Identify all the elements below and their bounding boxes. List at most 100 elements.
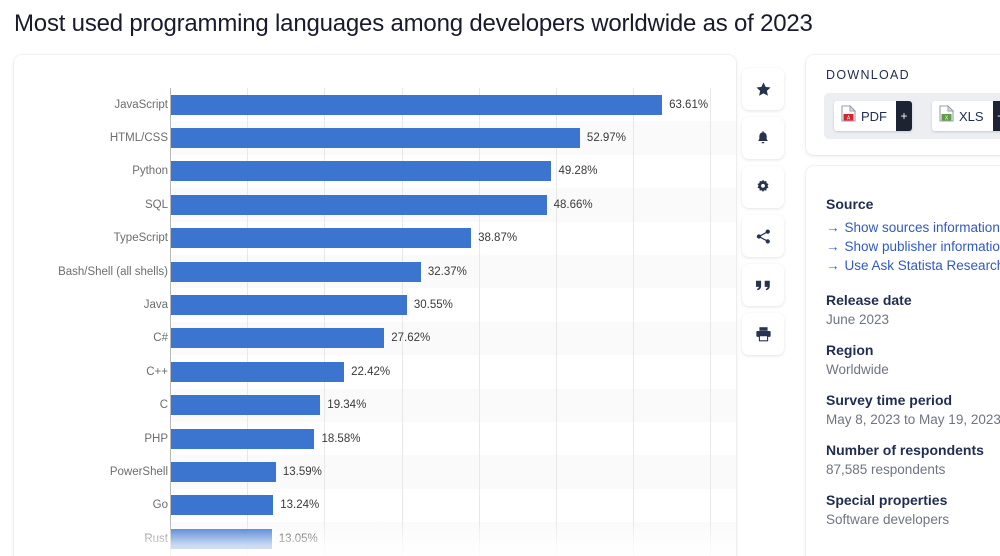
download-button-tray: A PDF + X XLS (824, 93, 1000, 139)
source-field-value: June 2023 (826, 312, 890, 327)
source-field-label: Region (826, 342, 874, 358)
chart-category-label: Go (152, 499, 168, 512)
chart-value-label: 13.59% (282, 466, 322, 479)
citation-button[interactable] (742, 264, 784, 306)
arrow-right-icon: → (826, 220, 840, 235)
chart-bar[interactable] (171, 295, 407, 316)
chart-bar[interactable] (171, 328, 385, 349)
source-field: Number of respondents 87,585 respondents (826, 442, 1000, 477)
download-xls-button[interactable]: X XLS + (932, 101, 1000, 131)
source-links: → Show sources information → Show publisher… (826, 218, 1000, 275)
chart-category-label: PHP (144, 432, 168, 445)
chart-bar-row[interactable]: C# 27.62% (14, 322, 736, 355)
chart-bar-row[interactable]: Bash/Shell (all shells) 32.37% (14, 255, 736, 288)
chart-value-label: 13.24% (280, 499, 320, 512)
source-info-card: Source → Show sources information → Show pu… (806, 166, 1000, 556)
chart-bar[interactable] (171, 94, 663, 115)
quote-icon (755, 279, 772, 292)
chart-bar-row[interactable]: PowerShell 13.59% (14, 455, 736, 488)
chart-bar-row[interactable]: C 19.34% (14, 389, 736, 422)
chart-bar[interactable] (171, 395, 321, 416)
source-field-list: Release date June 2023 Region Worldwide Surv… (826, 292, 1000, 542)
chart-action-rail (742, 68, 784, 362)
source-field-value: 87,585 respondents (826, 462, 946, 477)
chart-bar-row[interactable]: HTML/CSS 52.97% (14, 121, 736, 154)
chart-bar-row[interactable]: Rust 13.05% (14, 522, 736, 555)
chart-bar[interactable] (171, 194, 547, 215)
download-pdf-main[interactable]: A PDF (834, 101, 896, 131)
download-card: DOWNLOAD A PDF + X XLS (806, 55, 1000, 155)
source-field: Survey time period May 8, 2023 to May 19,… (826, 392, 1000, 427)
source-field-label: Release date (826, 292, 912, 308)
chart-category-label: HTML/CSS (109, 132, 168, 145)
arrow-right-icon: → (826, 239, 840, 254)
download-pdf-label: PDF (861, 108, 887, 124)
chart-bar[interactable] (171, 261, 421, 282)
chart-category-label: SQL (144, 198, 168, 211)
chart-bar-row[interactable]: SQL 48.66% (14, 188, 736, 221)
xls-file-icon: X (939, 104, 955, 127)
source-field: Special properties Software developers (826, 492, 1000, 527)
source-field: Release date June 2023 (826, 292, 1000, 327)
chart-value-label: 30.55% (413, 299, 453, 312)
chart-bar[interactable] (171, 428, 315, 449)
source-field-value: Worldwide (826, 362, 889, 377)
chart-bar-row[interactable]: Go 13.24% (14, 489, 736, 522)
settings-button[interactable] (742, 166, 784, 208)
chart-value-label: 22.42% (351, 365, 391, 378)
page-title: Most used programming languages among de… (14, 10, 813, 37)
chart-bar-row[interactable]: JavaScript 63.61% (14, 88, 736, 121)
source-link-0[interactable]: → Show sources information (826, 218, 1000, 237)
chart-category-label: C++ (146, 365, 168, 378)
source-heading: Source (826, 196, 874, 212)
print-button[interactable] (742, 313, 784, 355)
source-field-label: Special properties (826, 492, 948, 508)
chart-value-label: 48.66% (553, 198, 593, 211)
chart-value-label: 63.61% (669, 98, 709, 111)
chart-bar[interactable] (171, 528, 272, 549)
chart-value-label: 18.58% (321, 432, 361, 445)
print-icon (755, 326, 772, 342)
download-pdf-options-button[interactable]: + (896, 101, 912, 131)
chart-bar-row[interactable]: C++ 22.42% (14, 355, 736, 388)
bar-chart-plot: JavaScript 63.61% HTML/CSS 52.97% Python 49.2… (14, 75, 736, 556)
chart-bar[interactable] (171, 462, 276, 483)
chart-bar-row[interactable]: Python 49.28% (14, 155, 736, 188)
chart-category-label: Bash/Shell (all shells) (58, 265, 168, 278)
source-field: Region Worldwide (826, 342, 1000, 377)
chart-bar[interactable] (171, 495, 274, 516)
chart-bar[interactable] (171, 228, 472, 249)
pdf-file-icon: A (841, 104, 857, 127)
chart-category-label: TypeScript (113, 232, 168, 245)
chart-category-label: JavaScript (114, 98, 168, 111)
chart-bar-row[interactable]: PHP 18.58% (14, 422, 736, 455)
source-field-value: Software developers (826, 512, 950, 527)
source-heading-block: Source (826, 196, 1000, 212)
download-xls-main[interactable]: X XLS (932, 101, 993, 131)
chart-category-label: Java (143, 299, 168, 312)
source-link-1[interactable]: → Show publisher information (826, 237, 1000, 256)
download-pdf-button[interactable]: A PDF + (834, 101, 912, 131)
chart-value-label: 32.37% (427, 265, 467, 278)
bell-icon (755, 130, 771, 147)
source-field-label: Number of respondents (826, 442, 984, 458)
chart-bar-row[interactable]: Java 30.55% (14, 288, 736, 321)
chart-bar[interactable] (171, 361, 345, 382)
share-icon (755, 228, 772, 245)
chart-bar[interactable] (171, 128, 580, 149)
source-link-label: Show publisher information (844, 239, 1000, 254)
source-link-2[interactable]: → Use Ask Statista Research (826, 256, 1000, 275)
chart-value-label: 19.34% (327, 399, 367, 412)
chart-value-label: 49.28% (558, 165, 598, 178)
chart-bar[interactable] (171, 161, 552, 182)
download-heading: DOWNLOAD (826, 68, 911, 82)
share-button[interactable] (742, 215, 784, 257)
statista-chart-page: Most used programming languages among de… (0, 0, 1000, 556)
chart-category-label: Python (132, 165, 168, 178)
alert-button[interactable] (742, 117, 784, 159)
favorite-button[interactable] (742, 68, 784, 110)
chart-category-label: C (159, 399, 168, 412)
source-field-label: Survey time period (826, 392, 953, 408)
chart-bar-row[interactable]: TypeScript 38.87% (14, 222, 736, 255)
download-xls-options-button[interactable]: + (992, 101, 1000, 131)
